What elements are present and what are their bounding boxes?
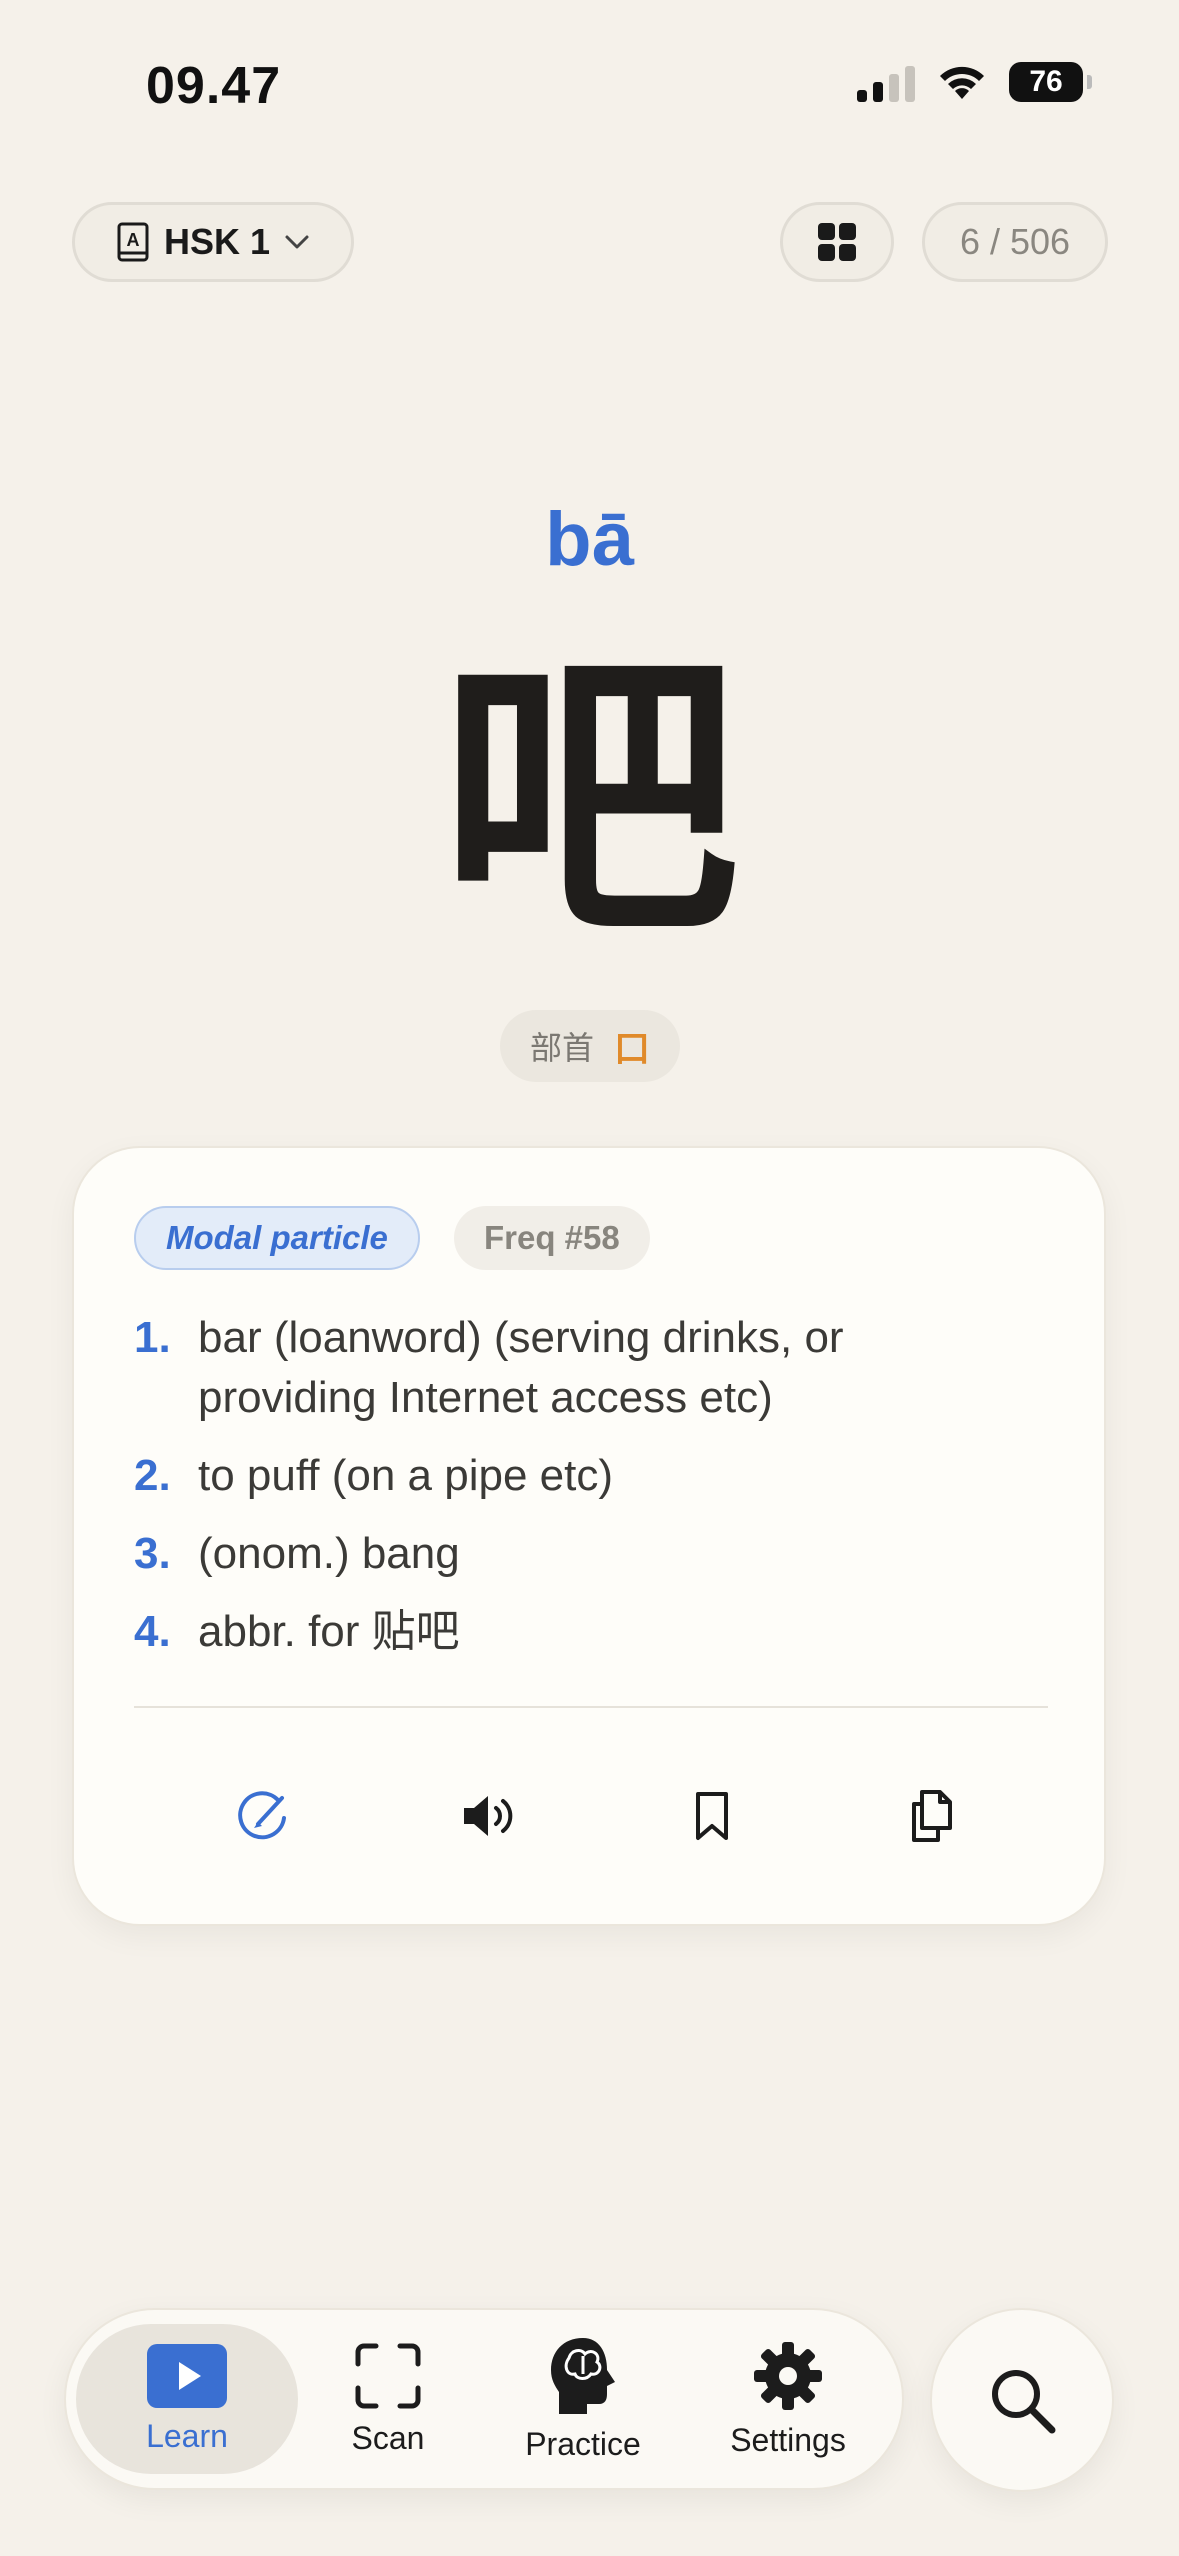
copy-button[interactable] [892, 1776, 972, 1856]
brush-stroke-icon [238, 1791, 286, 1840]
search-icon [992, 2370, 1056, 2434]
definition-item: 1. bar (loanword) (serving drinks, or pr… [134, 1308, 1034, 1428]
tab-scan-label: Scan [351, 2419, 425, 2456]
tab-settings[interactable]: Settings [688, 2310, 888, 2488]
play-icon [147, 2343, 227, 2408]
tab-settings-label: Settings [730, 2421, 846, 2458]
status-time: 09.47 [146, 57, 282, 115]
definition-number: 2. [134, 1451, 171, 1500]
part-of-speech-tag: Modal particle [134, 1206, 420, 1270]
radical-badge[interactable]: 部首 口 [500, 1010, 680, 1082]
radical-label: 部首 [529, 1030, 594, 1066]
bookmark-button[interactable] [672, 1776, 752, 1856]
gear-icon [754, 2341, 822, 2410]
definition-item: 2. to puff (on a pipe etc) [134, 1446, 1034, 1506]
definition-card: Modal particle Freq #58 1. bar (loanword… [72, 1146, 1106, 1926]
svg-text:A: A [126, 230, 139, 250]
scan-frame-icon [355, 2343, 421, 2408]
grid-view-button[interactable] [780, 202, 894, 282]
tab-learn-label: Learn [146, 2417, 228, 2454]
speaker-icon [464, 1796, 513, 1836]
definition-item: 3. (onom.) bang [134, 1524, 1034, 1584]
level-label: HSK 1 [163, 221, 271, 262]
chevron-down-icon [285, 235, 309, 249]
tab-bar: Learn Scan Practice Settings [64, 2308, 904, 2490]
definition-number: 1. [134, 1313, 171, 1362]
bookmark-icon [696, 1792, 728, 1840]
stroke-order-button[interactable] [224, 1776, 304, 1856]
dictionary-book-icon: A [117, 222, 149, 262]
cellular-signal-icon [857, 62, 915, 102]
brain-head-icon [551, 2337, 615, 2414]
tab-learn[interactable]: Learn [76, 2310, 298, 2488]
wifi-icon [940, 66, 984, 99]
definition-list: 1. bar (loanword) (serving drinks, or pr… [134, 1308, 1034, 1680]
counter-text: 6 / 506 [959, 221, 1071, 262]
definition-number: 3. [134, 1529, 171, 1578]
tab-scan[interactable]: Scan [298, 2310, 478, 2488]
definition-text: to puff (on a pipe etc) [198, 1451, 614, 1500]
radical-character: 口 [614, 1028, 651, 1069]
status-icons: 76 [857, 62, 1092, 102]
definition-text: (onom.) bang [198, 1529, 460, 1578]
search-button[interactable] [930, 2308, 1114, 2492]
copy-icon [912, 1790, 952, 1842]
definition-text: abbr. for 贴吧 [198, 1607, 460, 1656]
definition-number: 4. [134, 1607, 171, 1656]
definition-item: 4. abbr. for 贴吧 [134, 1602, 1034, 1662]
definition-text: bar (loanword) (serving drinks, or provi… [198, 1313, 844, 1422]
level-selector-button[interactable]: A HSK 1 [72, 202, 354, 282]
pinyin: bā [545, 497, 634, 582]
tab-practice[interactable]: Practice [478, 2310, 688, 2488]
tab-practice-label: Practice [525, 2425, 641, 2462]
battery-level: 76 [1029, 65, 1063, 98]
battery-icon: 76 [1009, 62, 1092, 102]
card-divider [134, 1706, 1048, 1708]
pronounce-button[interactable] [448, 1776, 528, 1856]
word-counter: 6 / 506 [922, 202, 1108, 282]
grid-icon [818, 223, 856, 261]
frequency-tag: Freq #58 [454, 1206, 650, 1270]
hanzi-character[interactable]: 吧 [0, 650, 1179, 950]
